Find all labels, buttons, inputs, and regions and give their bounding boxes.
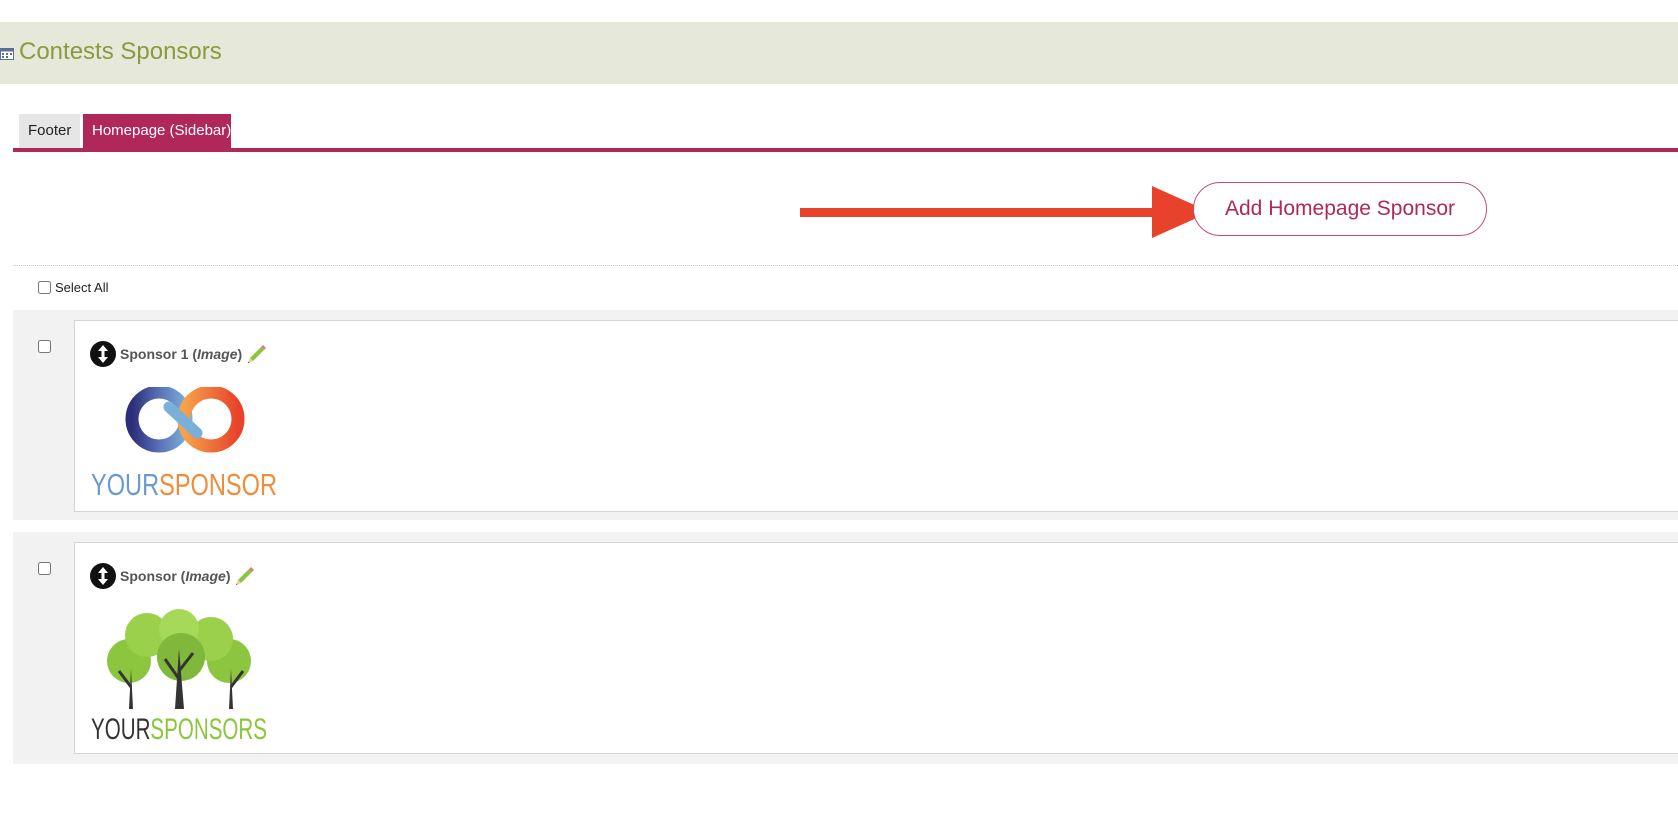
page-header: Contests Sponsors [0, 22, 1678, 84]
sponsor-row-checkbox[interactable] [38, 562, 51, 575]
sponsor-logo-trees: YOURSPONSORS [91, 609, 267, 743]
annotation-arrow-icon [800, 186, 1210, 238]
select-all-label: Select All [55, 280, 109, 295]
sponsor-name: Sponsor 1 [120, 346, 189, 362]
sponsor-row: Sponsor (Image) YOURSPONSORS [13, 532, 1678, 764]
sponsor-card: Sponsor (Image) YOURSPONSORS [74, 542, 1678, 754]
sponsor-type: Image [185, 568, 226, 584]
sponsor-row: Sponsor 1 (Image) YOURSPONSOR [13, 310, 1678, 520]
sponsor-card: Sponsor 1 (Image) YOURSPONSOR [74, 320, 1678, 512]
tab-underline [13, 148, 1678, 152]
logo-text-sponsor: SPONSOR [159, 467, 277, 499]
divider [13, 265, 1678, 266]
tab-homepage-sidebar[interactable]: Homepage (Sidebar) [83, 114, 231, 150]
sponsor-row-checkbox[interactable] [38, 340, 51, 353]
select-all: Select All [38, 280, 108, 295]
page-title: Contests Sponsors [19, 38, 222, 65]
add-homepage-sponsor-button[interactable]: Add Homepage Sponsor [1193, 182, 1487, 236]
logo-text-your: YOUR [91, 713, 150, 743]
sponsor-logo-infinity: YOURSPONSOR [91, 387, 277, 499]
tab-footer[interactable]: Footer [19, 114, 80, 150]
select-all-checkbox[interactable] [38, 281, 51, 294]
sponsor-card-header: Sponsor 1 (Image) [90, 341, 268, 367]
logo-text-your: YOUR [91, 467, 159, 499]
pencil-icon[interactable] [234, 565, 256, 587]
sponsor-card-header: Sponsor (Image) [90, 563, 256, 589]
svg-text:YOURSPONSORS: YOURSPONSORS [91, 713, 267, 743]
drag-handle-icon[interactable] [90, 341, 116, 367]
logo-text-sponsors: SPONSORS [150, 713, 267, 743]
calendar-icon [0, 48, 14, 60]
svg-text:YOURSPONSOR: YOURSPONSOR [91, 467, 277, 499]
pencil-icon[interactable] [246, 343, 268, 365]
sponsor-type: Image [197, 346, 238, 362]
sponsor-title: Sponsor (Image) [120, 568, 231, 584]
sponsor-name: Sponsor [120, 568, 177, 584]
drag-handle-icon[interactable] [90, 563, 116, 589]
sponsor-title: Sponsor 1 (Image) [120, 346, 243, 362]
